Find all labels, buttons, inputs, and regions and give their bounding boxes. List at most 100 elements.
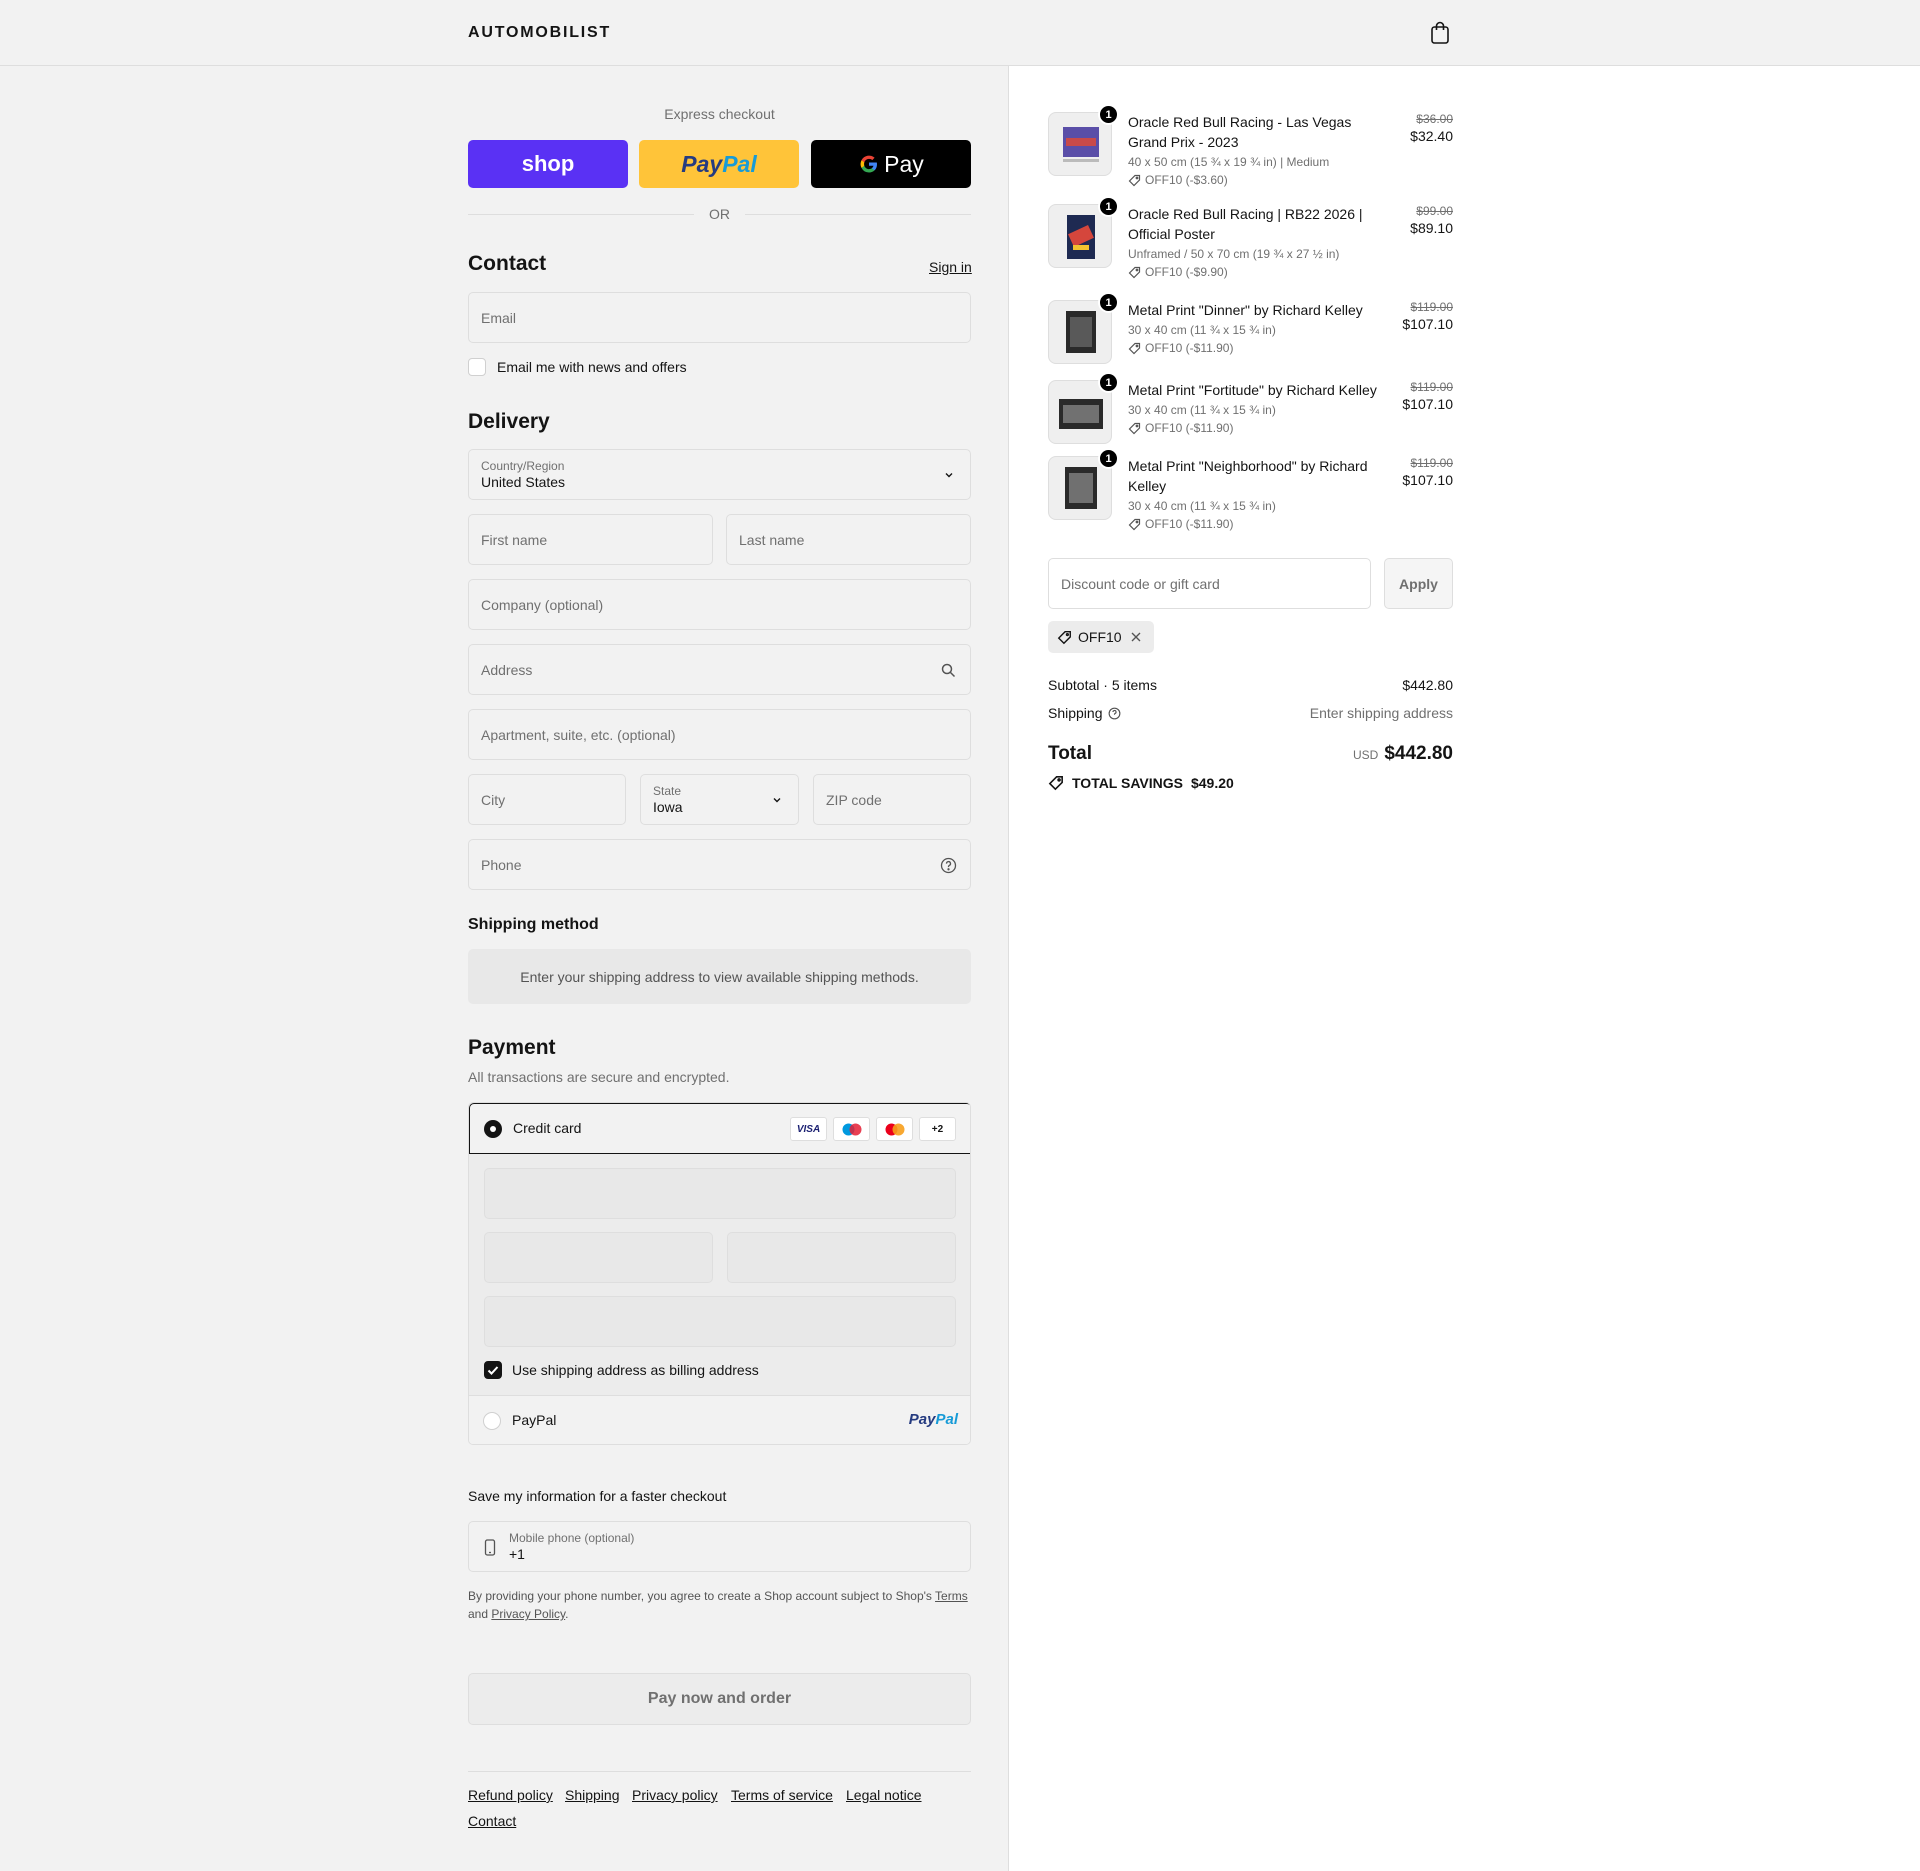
discount-code-input[interactable]: Discount code or gift card: [1048, 558, 1371, 609]
applied-discount-tag: OFF10: [1048, 621, 1154, 653]
item-discount-text: OFF10 (-$9.90): [1145, 265, 1228, 279]
payment-title: Payment: [468, 1036, 556, 1059]
store-logo[interactable]: AUTOMOBILIST: [468, 24, 611, 42]
shipping-policy-link[interactable]: Shipping: [565, 1787, 620, 1803]
credit-card-option[interactable]: Credit card VISA +2: [469, 1103, 970, 1154]
newsletter-label: Email me with news and offers: [497, 359, 687, 375]
help-icon[interactable]: [940, 857, 957, 874]
state-label: State: [653, 783, 682, 798]
applied-discount-code: OFF10: [1078, 629, 1122, 645]
paypal-option[interactable]: PayPal PayPal: [469, 1396, 970, 1444]
item-discount: OFF10 (-$11.90): [1128, 340, 1393, 356]
shipping-value: Enter shipping address: [1309, 705, 1453, 721]
email-field[interactable]: Email: [468, 292, 971, 343]
item-discount-text: OFF10 (-$3.60): [1145, 173, 1228, 187]
item-name: Metal Print "Fortitude" by Richard Kelle…: [1128, 382, 1377, 398]
help-icon[interactable]: [1108, 707, 1121, 720]
last-name-placeholder: Last name: [739, 531, 805, 548]
legal-notice-link[interactable]: Legal notice: [846, 1787, 922, 1803]
visa-text: VISA: [796, 1123, 821, 1135]
shop-pay-button[interactable]: shop: [468, 140, 628, 188]
footer-divider: [468, 1771, 971, 1772]
save-info-title: Save my information for a faster checkou…: [468, 1488, 727, 1504]
newsletter-checkbox[interactable]: [468, 358, 486, 376]
maestro-icon: [833, 1117, 870, 1141]
country-select[interactable]: Country/Region United States: [468, 449, 971, 500]
express-checkout-title: Express checkout: [664, 106, 775, 122]
tag-icon: [1128, 342, 1141, 354]
apply-discount-button[interactable]: Apply: [1384, 558, 1453, 609]
state-select[interactable]: State Iowa: [640, 774, 799, 825]
city-field[interactable]: City: [468, 774, 626, 825]
zip-placeholder: ZIP code: [826, 791, 882, 808]
paypal-radio[interactable]: [483, 1412, 501, 1430]
total-savings-label: TOTAL SAVINGS: [1072, 775, 1183, 791]
total-savings: TOTAL SAVINGS $49.20: [1048, 775, 1234, 791]
sign-in-link[interactable]: Sign in: [929, 259, 972, 275]
payment-methods: Credit card VISA +2 Use shipping address…: [468, 1102, 971, 1445]
item-variant: Unframed / 50 x 70 cm (19 ¾ x 27 ½ in): [1128, 247, 1340, 261]
item-original-price: $99.00: [1416, 204, 1453, 218]
phone-legal-text: By providing your phone number, you agre…: [468, 1587, 971, 1623]
last-name-field[interactable]: Last name: [726, 514, 971, 565]
company-field[interactable]: Company (optional): [468, 579, 971, 630]
discount-code-placeholder: Discount code or gift card: [1061, 575, 1220, 592]
privacy-policy-footer-link[interactable]: Privacy policy: [632, 1787, 718, 1803]
paypal-label: PayPal: [512, 1412, 557, 1428]
phone-placeholder: Phone: [481, 856, 522, 873]
billing-checkbox[interactable]: [484, 1361, 502, 1379]
contact-link[interactable]: Contact: [468, 1813, 516, 1829]
mobile-phone-label: Mobile phone (optional): [509, 1530, 635, 1545]
address-field[interactable]: Address: [468, 644, 971, 695]
mastercard-icon: [876, 1117, 913, 1141]
paypal-logo-pal: Pal: [935, 1411, 958, 1428]
legal-text-c: .: [565, 1607, 569, 1621]
mobile-phone-field[interactable]: Mobile phone (optional) +1: [468, 1521, 971, 1572]
refund-policy-link[interactable]: Refund policy: [468, 1787, 553, 1803]
order-item: 1 Oracle Red Bull Racing - Las Vegas Gra…: [1048, 104, 1453, 192]
terms-link[interactable]: Terms: [935, 1589, 968, 1603]
delivery-title: Delivery: [468, 410, 550, 433]
terms-of-service-link[interactable]: Terms of service: [731, 1787, 833, 1803]
google-g-icon: [860, 155, 878, 173]
email-placeholder: Email: [481, 309, 517, 326]
item-price: $32.40: [1410, 128, 1453, 144]
item-variant: 30 x 40 cm (11 ¾ x 15 ¾ in): [1128, 323, 1276, 337]
pay-now-button[interactable]: Pay now and order: [468, 1673, 971, 1725]
apartment-placeholder: Apartment, suite, etc. (optional): [481, 726, 676, 743]
search-icon: [941, 663, 956, 678]
quantity-badge: 1: [1098, 372, 1119, 393]
mobile-phone-value: +1: [509, 1545, 525, 1562]
tag-icon: [1048, 776, 1063, 791]
mobile-phone-icon: [484, 1539, 496, 1556]
item-original-price: $119.00: [1410, 300, 1454, 314]
first-name-field[interactable]: First name: [468, 514, 713, 565]
card-fields-area: Use shipping address as billing address: [469, 1154, 970, 1396]
company-placeholder: Company (optional): [481, 596, 604, 613]
tag-icon: [1128, 422, 1141, 434]
item-name: Oracle Red Bull Racing - Las Vegas Grand…: [1128, 114, 1352, 150]
paypal-express-button[interactable]: Pay Pal: [639, 140, 799, 188]
privacy-policy-link[interactable]: Privacy Policy: [491, 1607, 565, 1621]
credit-card-radio[interactable]: [484, 1120, 502, 1138]
more-cards-badge: +2: [919, 1117, 956, 1141]
card-cvv-field[interactable]: [727, 1232, 956, 1283]
item-original-price: $119.00: [1410, 456, 1454, 470]
card-number-field[interactable]: [484, 1168, 956, 1219]
card-expiry-field[interactable]: [484, 1232, 713, 1283]
shopping-bag-icon[interactable]: [1430, 21, 1450, 45]
visa-icon: VISA: [790, 1117, 827, 1141]
shipping-method-notice: Enter your shipping address to view avai…: [468, 949, 971, 1004]
currency-code: USD: [1352, 748, 1379, 762]
close-icon[interactable]: [1130, 631, 1142, 643]
phone-field[interactable]: Phone: [468, 839, 971, 890]
total-label: Total: [1048, 743, 1092, 764]
google-pay-button[interactable]: Pay: [811, 140, 971, 188]
total-savings-value: $49.20: [1190, 775, 1234, 791]
card-name-field[interactable]: [484, 1296, 956, 1347]
item-price: $107.10: [1402, 316, 1453, 332]
apartment-field[interactable]: Apartment, suite, etc. (optional): [468, 709, 971, 760]
item-variant: 30 x 40 cm (11 ¾ x 15 ¾ in): [1128, 403, 1276, 417]
zip-field[interactable]: ZIP code: [813, 774, 971, 825]
item-discount: OFF10 (-$3.60): [1128, 172, 1393, 188]
